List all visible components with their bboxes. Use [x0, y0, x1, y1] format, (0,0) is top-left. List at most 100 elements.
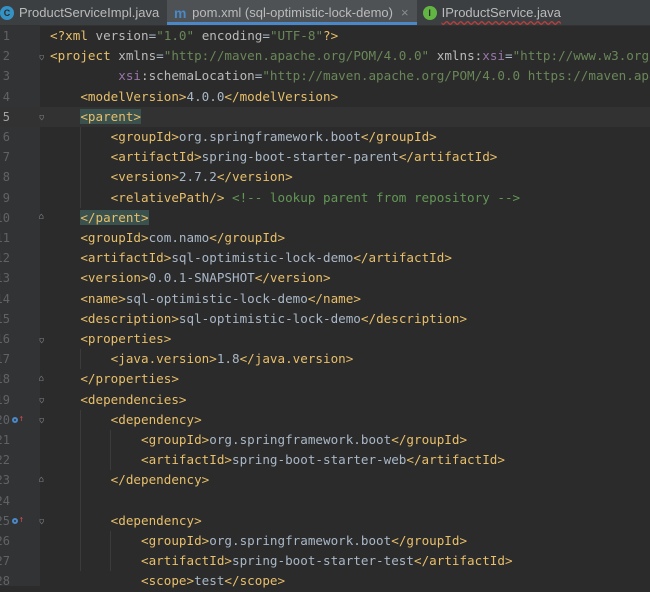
line-number: 15 [0, 309, 10, 329]
code-text: <description>sql-optimistic-lock-demo</d… [80, 310, 468, 326]
code-text: <modelVersion>4.0.0</modelVersion> [80, 88, 339, 104]
fold-marker-icon[interactable]: ⌂ [37, 374, 46, 384]
code-line[interactable]: 12 <artifactId>sql-optimistic-lock-demo<… [0, 248, 650, 268]
line-number-text: 17 [0, 352, 10, 367]
code-line[interactable]: 14 <name>sql-optimistic-lock-demo</name> [0, 289, 650, 309]
java-interface-icon: I [422, 5, 437, 20]
code-line[interactable]: 20 <dependency> [0, 410, 650, 430]
code-line[interactable]: 28 <scope>test</scope> [0, 571, 650, 591]
line-number-text: 22 [0, 453, 10, 468]
override-marker-icon[interactable]: ↑ [12, 414, 24, 426]
code-line[interactable]: 5 <parent> [0, 106, 650, 127]
line-number-text: 1 [2, 29, 10, 43]
code-text: </parent> [80, 209, 149, 225]
code-text: <version>0.0.1-SNAPSHOT</version> [80, 270, 331, 286]
tab-2[interactable]: I IProductService.java [417, 0, 569, 25]
arrow-up-icon: ↑ [18, 414, 24, 425]
line-number-text: 21 [0, 433, 10, 447]
fold-marker-icon[interactable]: ⌂ [37, 335, 46, 345]
code-text: <java.version>1.8</java.version> [110, 351, 354, 367]
code-line[interactable]: 13 <version>0.0.1-SNAPSHOT</version> [0, 268, 650, 288]
line-number: 9 [0, 188, 10, 208]
fold-marker-icon[interactable]: ⌂ [37, 213, 46, 222]
code-text: <scope>test</scope> [141, 573, 286, 589]
line-number: 6 [0, 127, 10, 147]
line-number-text: 18 [0, 372, 10, 387]
code-text: </dependency> [110, 472, 210, 488]
line-number-text: 19 [0, 392, 10, 407]
line-number: 3 [0, 66, 10, 86]
line-number: 21 [0, 430, 10, 450]
line-number: 18 [0, 369, 10, 389]
code-line[interactable]: 11 <groupId>com.namo</groupId> [0, 228, 650, 248]
code-line[interactable]: 6 <groupId>org.springframework.boot</gro… [0, 127, 650, 147]
fold-marker-icon[interactable]: ⌂ [37, 112, 46, 122]
line-number-text: 20 [0, 412, 10, 427]
line-number: 17 [0, 349, 10, 369]
code-text: <project xmlns="http://maven.apache.org/… [50, 48, 650, 64]
line-number-text: 28 [0, 574, 10, 589]
dot-icon [12, 416, 18, 423]
code-line[interactable]: 25 <dependency> [0, 511, 650, 531]
code-line[interactable]: 22 <artifactId>spring-boot-starter-web</… [0, 450, 650, 470]
indent-guide [110, 430, 111, 471]
line-number: 7 [0, 147, 10, 167]
code-text: <dependency> [110, 411, 202, 427]
line-number: 26 [0, 531, 10, 551]
line-number: 8 [0, 167, 10, 187]
override-marker-icon[interactable]: ↑ [12, 515, 24, 527]
code-line[interactable]: 27 <artifactId>spring-boot-starter-test<… [0, 551, 650, 571]
indent-guide [80, 127, 81, 208]
code-line[interactable]: 16 <properties> [0, 329, 650, 349]
fold-marker-icon[interactable]: ⌂ [37, 475, 46, 485]
code-text: <dependencies> [80, 391, 187, 407]
code-editor[interactable]: 1 <?xml version="1.0" encoding="UTF-8"?> 2… [0, 26, 650, 588]
code-text: </properties> [80, 371, 179, 387]
code-line[interactable]: 24 [0, 491, 650, 511]
code-line[interactable]: 15 <description>sql-optimistic-lock-demo… [0, 309, 650, 329]
line-number: 16 [0, 329, 10, 349]
code-line[interactable]: 23 </dependency> [0, 470, 650, 490]
tab-1[interactable]: m pom.xml (sql-optimistic-lock-demo) × [167, 0, 417, 25]
code-line[interactable]: 18 </properties> [0, 369, 650, 389]
line-number: 20 [0, 410, 10, 430]
maven-icon: m [173, 4, 187, 21]
code-line[interactable]: 26 <groupId>org.springframework.boot</gr… [0, 531, 650, 551]
fold-marker-icon[interactable]: ⌂ [37, 395, 46, 405]
code-text: <properties> [80, 331, 172, 346]
close-icon[interactable]: × [401, 5, 409, 20]
indent-guide [80, 409, 81, 572]
code-text: <relativePath/> <!-- lookup parent from … [110, 189, 521, 205]
fold-marker-icon[interactable]: ⌂ [37, 52, 46, 62]
line-number-text: 2 [2, 49, 10, 64]
line-number: 12 [0, 248, 10, 268]
code-line[interactable]: 19 <dependencies> [0, 390, 650, 410]
code-line[interactable]: 8 <version>2.7.2</version> [0, 167, 650, 187]
line-number: 19 [0, 390, 10, 410]
code-text: <artifactId>spring-boot-starter-parent</… [110, 149, 498, 165]
line-number-text: 7 [2, 150, 10, 165]
code-text: <artifactId>spring-boot-starter-web</art… [141, 452, 505, 468]
dot-icon [12, 517, 18, 524]
fold-marker-icon[interactable]: ⌂ [37, 415, 46, 425]
indent-guide [80, 349, 81, 370]
line-number-text: 9 [2, 190, 10, 205]
code-text: <groupId>org.springframework.boot</group… [141, 533, 468, 548]
code-text: xsi:schemaLocation="http://maven.apache.… [118, 68, 650, 84]
code-line[interactable]: 2 <project xmlns="http://maven.apache.org… [0, 46, 650, 66]
code-line[interactable]: 10 </parent> [0, 208, 650, 228]
line-number: 5 [0, 107, 10, 127]
code-line[interactable]: 3 xsi:schemaLocation="http://maven.apach… [0, 66, 650, 86]
java-class-icon: C [0, 5, 14, 20]
code-line[interactable]: 17 <java.version>1.8</java.version> [0, 349, 650, 369]
tab-0[interactable]: C ProductServiceImpl.java [0, 0, 167, 25]
tab-label: ProductServiceImpl.java [19, 5, 160, 20]
code-line[interactable]: 1 <?xml version="1.0" encoding="UTF-8"?> [0, 26, 650, 46]
editor-tab-bar: C ProductServiceImpl.java m pom.xml (sql-op… [0, 0, 650, 26]
code-line[interactable]: 4 <modelVersion>4.0.0</modelVersion> [0, 87, 650, 107]
code-line[interactable]: 21 <groupId>org.springframework.boot</gr… [0, 430, 650, 450]
code-text: <groupId>org.springframework.boot</group… [110, 129, 437, 144]
code-line[interactable]: 7 <artifactId>spring-boot-starter-parent… [0, 147, 650, 167]
fold-marker-icon[interactable]: ⌂ [37, 516, 46, 526]
code-line[interactable]: 9 <relativePath/> <!-- lookup parent fro… [0, 188, 650, 208]
